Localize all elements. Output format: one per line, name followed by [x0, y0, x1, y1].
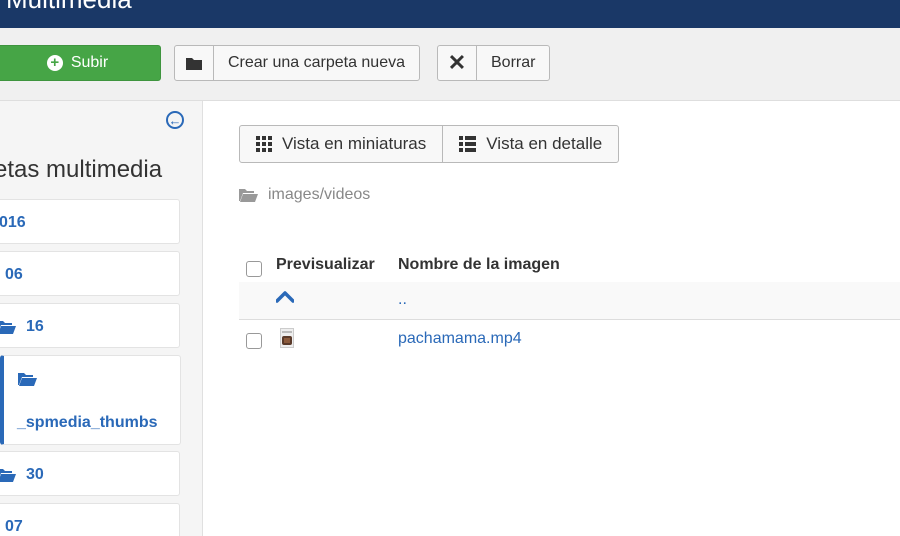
column-name: Nombre de la imagen	[398, 256, 560, 273]
sidebar-item-label: _spmedia_thumbs	[17, 414, 158, 431]
video-file-icon	[280, 328, 294, 353]
folder-open-icon	[239, 189, 258, 202]
table-row[interactable]: ..	[239, 282, 900, 320]
list-icon	[459, 136, 477, 152]
table-row[interactable]: pachamama.mp4	[239, 320, 900, 357]
new-folder-label: Crear una carpeta nueva	[228, 54, 405, 71]
sidebar-item-label: 06	[5, 266, 23, 283]
folder-sidebar: ← etas multimedia 016 06 16 _spmedia_thu…	[0, 101, 203, 536]
delete-label: Borrar	[491, 54, 536, 71]
folder-open-icon	[0, 320, 16, 334]
folder-open-icon	[18, 372, 37, 386]
sidebar-item-16[interactable]: 16	[0, 303, 180, 348]
file-name-link[interactable]: pachamama.mp4	[398, 330, 522, 348]
sidebar-item-label: 07	[5, 518, 23, 535]
page-title: Multimedia	[6, 0, 132, 15]
sidebar-item-label: 30	[26, 466, 44, 483]
sidebar-item-07[interactable]: 07	[0, 503, 180, 536]
select-all-checkbox[interactable]	[246, 261, 262, 277]
upload-label: Subir	[70, 54, 109, 71]
column-preview: Previsualizar	[276, 256, 375, 273]
chevron-up-icon[interactable]	[275, 290, 295, 308]
grid-icon	[256, 136, 272, 152]
sidebar-item-label: 16	[26, 318, 44, 335]
sidebar-item-30[interactable]: 30	[0, 451, 180, 496]
media-main: Vista en miniaturas Vista en detalle ima…	[203, 101, 900, 536]
sidebar-item-016[interactable]: 016	[0, 199, 180, 244]
new-folder-button[interactable]: Crear una carpeta nueva	[174, 45, 420, 81]
sidebar-item-spmedia-thumbs[interactable]: _spmedia_thumbs	[0, 355, 181, 445]
toolbar: + Subir Crear una carpeta nueva ✕ Borrar	[0, 28, 900, 101]
arrow-left-circle-icon[interactable]: ←	[166, 111, 184, 129]
delete-button[interactable]: ✕ Borrar	[437, 45, 551, 81]
close-icon: ✕	[438, 46, 477, 80]
view-detail-label: Vista en detalle	[486, 134, 603, 153]
view-detail-button[interactable]: Vista en detalle	[442, 126, 618, 162]
row-checkbox[interactable]	[246, 333, 262, 349]
folder-icon	[175, 46, 214, 80]
view-thumbnails-label: Vista en miniaturas	[282, 134, 427, 153]
sidebar-item-06[interactable]: 06	[0, 251, 180, 296]
upload-button[interactable]: + Subir	[0, 45, 161, 81]
top-header: Multimedia	[0, 0, 900, 28]
plus-circle-icon: +	[46, 55, 63, 71]
sidebar-title: etas multimedia	[0, 156, 163, 183]
view-toggle: Vista en miniaturas Vista en detalle	[239, 125, 620, 163]
table-header: Previsualizar Nombre de la imagen	[239, 252, 900, 283]
parent-folder-link[interactable]: ..	[398, 291, 407, 309]
view-thumbnails-button[interactable]: Vista en miniaturas	[240, 126, 442, 162]
current-path: images/videos	[268, 186, 371, 203]
sidebar-item-label: 016	[0, 214, 26, 231]
folder-open-icon	[0, 468, 16, 482]
breadcrumb: images/videos	[239, 186, 370, 204]
